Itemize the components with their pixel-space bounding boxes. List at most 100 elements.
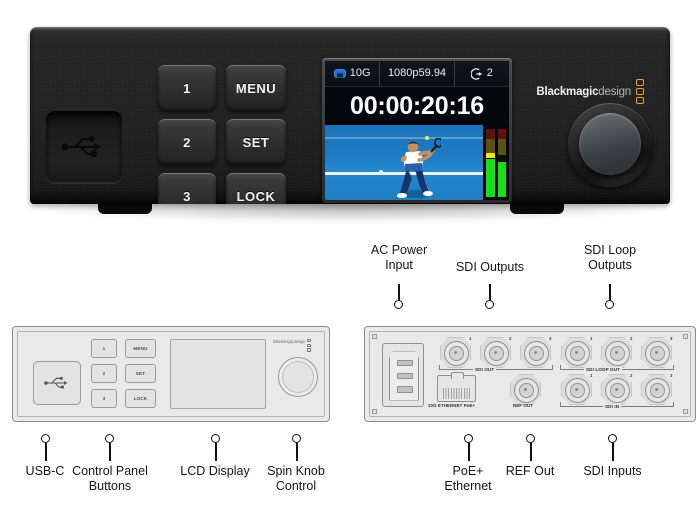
bnc-number: 1 xyxy=(590,336,593,341)
bnc-number: 3 xyxy=(670,336,673,341)
button-1[interactable]: 1 xyxy=(158,65,216,111)
screw-icon xyxy=(683,334,688,339)
callout-line-2: Buttons xyxy=(88,479,132,493)
button-menu[interactable]: MENU xyxy=(226,65,286,111)
leader-dot xyxy=(605,300,614,309)
meter-red-zone xyxy=(486,129,495,139)
callout-lcd-display: LCD Display xyxy=(170,464,260,479)
diagram-button-menu: MENU xyxy=(125,339,156,358)
leader-line xyxy=(215,443,217,461)
bnc-number: 2 xyxy=(630,373,633,378)
callout-line-1: SDI Loop xyxy=(583,243,637,257)
brand-bold: Blackmagic xyxy=(536,85,599,98)
leader-dot xyxy=(485,300,494,309)
callout-line-2: Control xyxy=(275,479,317,493)
leader-dot xyxy=(292,434,301,443)
callout-control-panel-buttons: Control Panel Buttons xyxy=(65,464,155,494)
chassis-top-highlight xyxy=(30,27,670,31)
callout-sdi-inputs: SDI Inputs xyxy=(570,464,655,479)
spin-knob-control[interactable] xyxy=(568,103,652,187)
audio-meter-left xyxy=(486,129,495,197)
iec-slot xyxy=(396,373,414,380)
lcd-status-bar: 10G 1080p59.94 2 xyxy=(325,61,509,87)
diagram-lcd-display xyxy=(170,339,266,409)
output-arrow-icon xyxy=(470,67,482,80)
diagram-button-1: 1 xyxy=(91,339,117,358)
callout-line-1: SDI Inputs xyxy=(583,464,642,478)
diagram-brand-squares xyxy=(307,339,312,352)
diagram-button-3: 3 xyxy=(91,389,117,408)
brand-square-icon xyxy=(307,348,312,352)
button-3[interactable]: 3 xyxy=(158,173,216,204)
diagram-spin-knob xyxy=(278,357,318,397)
screw-icon xyxy=(372,409,377,414)
ref-out-label: REF OUT xyxy=(513,403,533,408)
product-photo: 1 MENU 2 SET 3 LOCK 10G 1080p59.94 2 00:… xyxy=(0,0,700,232)
meter-green-level xyxy=(486,158,495,197)
lcd-display[interactable]: 10G 1080p59.94 2 00:00:20:16 xyxy=(322,58,512,203)
leader-dot xyxy=(394,300,403,309)
button-2[interactable]: 2 xyxy=(158,119,216,165)
ethernet-icon xyxy=(333,68,346,78)
diagram-button-lock: LOCK xyxy=(125,389,156,408)
leader-line xyxy=(109,443,111,461)
leader-dot xyxy=(526,434,535,443)
meter-red-zone xyxy=(497,129,506,139)
device-chassis: 1 MENU 2 SET 3 LOCK 10G 1080p59.94 2 00:… xyxy=(30,27,670,204)
poe-ethernet-port xyxy=(437,372,476,402)
brand-square-icon xyxy=(307,343,312,348)
bnc-number: 3 xyxy=(549,336,552,341)
bnc-number: 1 xyxy=(590,373,593,378)
ethernet-label: 10G ETHERNET PoE+ xyxy=(428,403,476,408)
leader-dot xyxy=(608,434,617,443)
timecode-display: 00:00:20:16 xyxy=(325,87,509,125)
leader-line xyxy=(530,443,532,461)
button-set[interactable]: SET xyxy=(226,119,286,165)
callout-sdi-outputs: SDI Outputs xyxy=(440,260,540,275)
leader-dot xyxy=(41,434,50,443)
lcd-screen: 10G 1080p59.94 2 00:00:20:16 xyxy=(325,61,509,200)
leader-dot xyxy=(464,434,473,443)
sdi-in-label: SDI IN xyxy=(603,404,622,409)
ref-out-bnc xyxy=(510,374,541,405)
sdi-out-bnc-2 xyxy=(480,337,511,368)
ac-power-input xyxy=(382,343,424,407)
usb-c-port[interactable] xyxy=(46,111,122,183)
diagram-brand-logo: Blackmagicdesign xyxy=(273,339,312,352)
callout-line-1: Spin Knob xyxy=(267,464,325,478)
leader-dot xyxy=(105,434,114,443)
callout-line-1: SDI Outputs xyxy=(455,260,525,274)
video-preview xyxy=(325,125,509,200)
bnc-number: 1 xyxy=(469,336,472,341)
rear-panel-diagram: 10G ETHERNET PoE+ 1 2 3 SDI OUT 1 2 3 SD… xyxy=(364,326,696,422)
bnc-number: 2 xyxy=(630,336,633,341)
bnc-number: 2 xyxy=(509,336,512,341)
brand-light: design xyxy=(598,85,631,98)
diagram-usb-c-port xyxy=(33,361,81,405)
tennis-ball-ground xyxy=(378,169,383,174)
callout-line-2: Outputs xyxy=(588,258,632,272)
iec-slot xyxy=(396,386,414,393)
screw-icon xyxy=(683,409,688,414)
brand-logo: Blackmagicdesign xyxy=(536,79,644,104)
audio-meter-right xyxy=(497,129,506,197)
leader-line xyxy=(612,443,614,461)
sdi-out-bnc-3 xyxy=(520,337,551,368)
sdi-loop-out-bnc-1 xyxy=(561,337,592,368)
audio-meters xyxy=(483,125,509,200)
rj45-latch xyxy=(450,372,465,379)
video-frame xyxy=(325,125,483,200)
meter-green-level xyxy=(497,161,506,197)
leader-line xyxy=(468,443,470,461)
iec-slot xyxy=(396,359,414,367)
rj45-pins xyxy=(443,388,470,399)
status-network: 10G xyxy=(325,61,379,86)
usb-icon xyxy=(44,376,68,389)
sdi-in-bnc-2 xyxy=(601,374,632,405)
callout-sdi-loop-outputs: SDI Loop Outputs xyxy=(560,243,660,273)
callout-spin-knob-control: Spin Knob Control xyxy=(256,464,336,494)
callout-line-2: Ethernet xyxy=(444,479,492,493)
sdi-loop-out-bnc-2 xyxy=(601,337,632,368)
callout-ac-power-input: AC Power Input xyxy=(349,243,449,273)
button-lock[interactable]: LOCK xyxy=(226,173,286,204)
